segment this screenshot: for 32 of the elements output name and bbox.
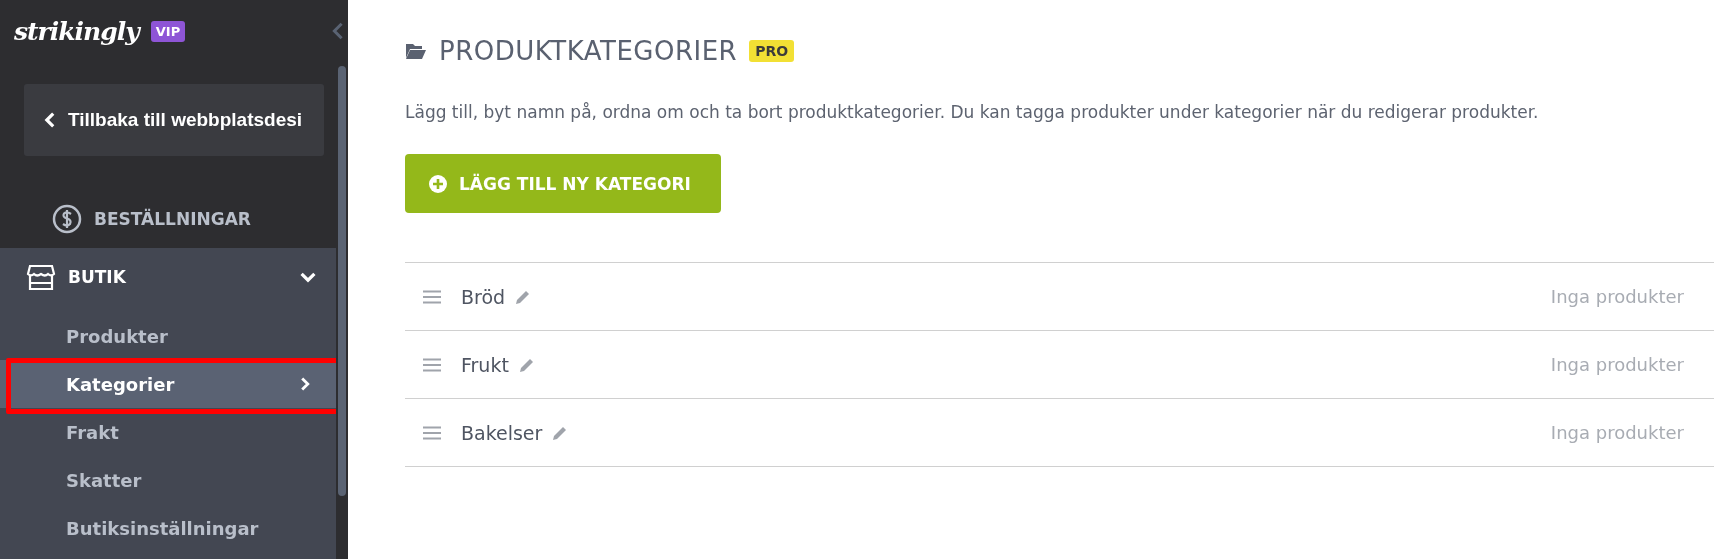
product-count: Inga produkter [1550,422,1684,443]
back-button[interactable]: Tillbaka till webbplatsdesi [24,84,324,156]
nav-item[interactable]: Produkter [0,312,336,360]
vip-badge: VIP [150,20,186,42]
category-name: Frukt [461,353,509,376]
nav-section[interactable]: BUTIK [0,248,336,306]
chevron-right-icon [298,377,312,391]
scrollbar-thumb[interactable] [338,66,346,496]
pencil-icon[interactable] [518,356,535,373]
drag-handle-icon[interactable] [423,425,441,440]
product-count: Inga produkter [1550,286,1684,307]
drag-handle-icon[interactable] [423,289,441,304]
nav-section[interactable]: BESTÄLLNINGAR [26,190,251,248]
dollar-icon [52,204,82,234]
description: Lägg till, byt namn på, ordna om och ta bort produktkategorier. Du kan tagga produkter under kategorier när du redigerar produkter. [405,102,1540,122]
nav-item[interactable]: Skatter [0,456,336,504]
pencil-icon[interactable] [515,288,532,305]
logo: strikingly [14,16,139,46]
collapse-icon[interactable] [332,22,344,40]
category-name: Bröd [461,285,506,308]
category-name: Bakelser [461,421,543,444]
nav-item[interactable]: Butiksinställningar [0,504,336,552]
page-title: PRODUKTKATEGORIER [439,36,738,66]
drag-handle-icon[interactable] [423,357,441,372]
nav-item[interactable]: Frakt [0,408,336,456]
plus-circle-icon [429,174,447,193]
pro-badge: PRO [749,40,795,62]
folder-icon [405,42,427,60]
product-count: Inga produkter [1550,354,1684,375]
storefront-icon [26,263,56,291]
nav-item[interactable]: Kategorier [0,360,336,408]
pencil-icon[interactable] [552,424,569,441]
